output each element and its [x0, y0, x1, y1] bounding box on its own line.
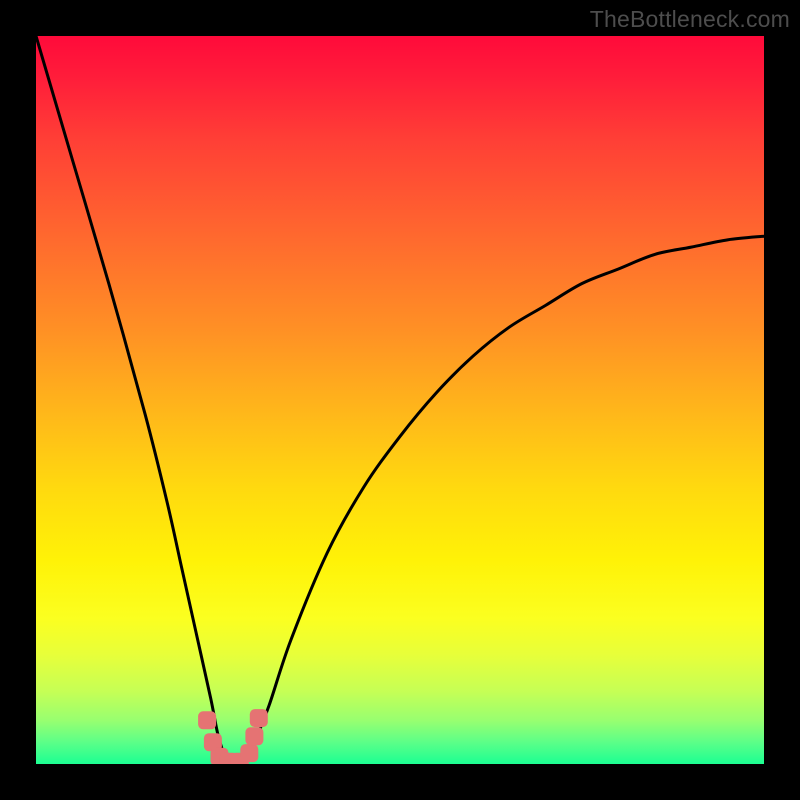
curve-marker — [250, 709, 268, 727]
curve-marker — [245, 727, 263, 745]
curve-marker — [240, 744, 258, 762]
chart-svg — [36, 36, 764, 764]
plot-area — [36, 36, 764, 764]
curve-marker — [198, 711, 216, 729]
chart-frame: TheBottleneck.com — [0, 0, 800, 800]
bottleneck-curve — [36, 36, 764, 764]
credit-label: TheBottleneck.com — [590, 6, 790, 33]
